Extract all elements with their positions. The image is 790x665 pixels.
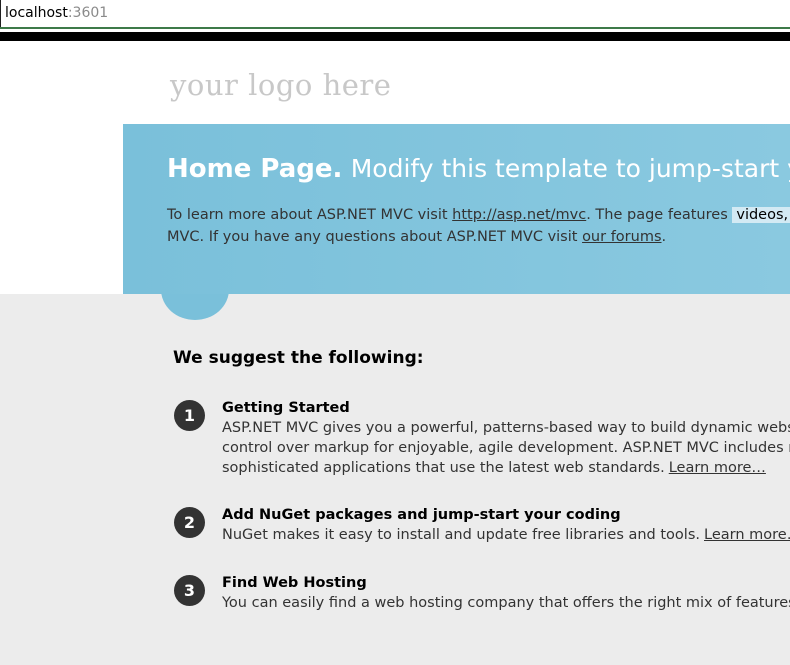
suggestions-heading: We suggest the following: [173,348,424,368]
step-number-badge: 3 [174,575,205,606]
step-number-badge: 1 [174,400,205,431]
forums-link[interactable]: our forums [582,229,661,245]
site-logo[interactable]: your logo here [170,68,391,102]
step-description-line: ASP.NET MVC gives you a powerful, patter… [222,420,790,436]
step-body: Find Web Hosting You can easily find a w… [222,573,790,613]
page-subtitle: Modify this template to jump-start your [350,154,790,183]
step-description-line: You can easily find a web hosting compan… [222,595,790,611]
featured-text-segment: To learn more about ASP.NET MVC visit [167,207,453,223]
step-number-badge: 2 [174,507,205,538]
asp-net-mvc-link[interactable]: http://asp.net/mvc [452,207,586,223]
featured-text-segment: MVC. If you have any questions about ASP… [167,228,583,245]
main-content: We suggest the following: 1 Getting Star… [0,294,790,665]
step-description-text: sophisticated applications that use the … [222,460,665,476]
step-description-text: NuGet makes it easy to install and updat… [222,527,700,543]
step-description-line: control over markup for enjoyable, agile… [222,440,790,456]
step-title: Getting Started [222,400,350,416]
address-port: :3601 [67,5,109,21]
learn-more-link[interactable]: Learn more… [704,527,790,543]
highlighted-text: videos, tuto [732,207,790,223]
toolbar-divider [0,32,790,41]
featured-description: To learn more about ASP.NET MVC visit ht… [167,205,790,248]
step-title: Find Web Hosting [222,575,367,591]
learn-more-link[interactable]: Learn more… [669,460,766,476]
step-body: Add NuGet packages and jump-start your c… [222,505,790,545]
step-title: Add NuGet packages and jump-start your c… [222,507,621,523]
address-url[interactable]: localhost:3601 [5,5,108,21]
step-description-line: NuGet makes it easy to install and updat… [222,525,790,545]
address-bar[interactable]: localhost:3601 [0,0,790,27]
page-title: Home Page. Modify this template to jump-… [167,152,790,186]
address-host: localhost [5,5,68,21]
step-description-line: sophisticated applications that use the … [222,458,790,478]
featured-decoration-circle [161,294,229,320]
step-body: Getting Started ASP.NET MVC gives you a … [222,398,790,478]
page-title-bold: Home Page. [167,154,343,184]
featured-banner: Home Page. Modify this template to jump-… [123,124,790,294]
featured-text-segment: . The page features [586,207,733,223]
featured-text-segment: . [661,228,667,245]
